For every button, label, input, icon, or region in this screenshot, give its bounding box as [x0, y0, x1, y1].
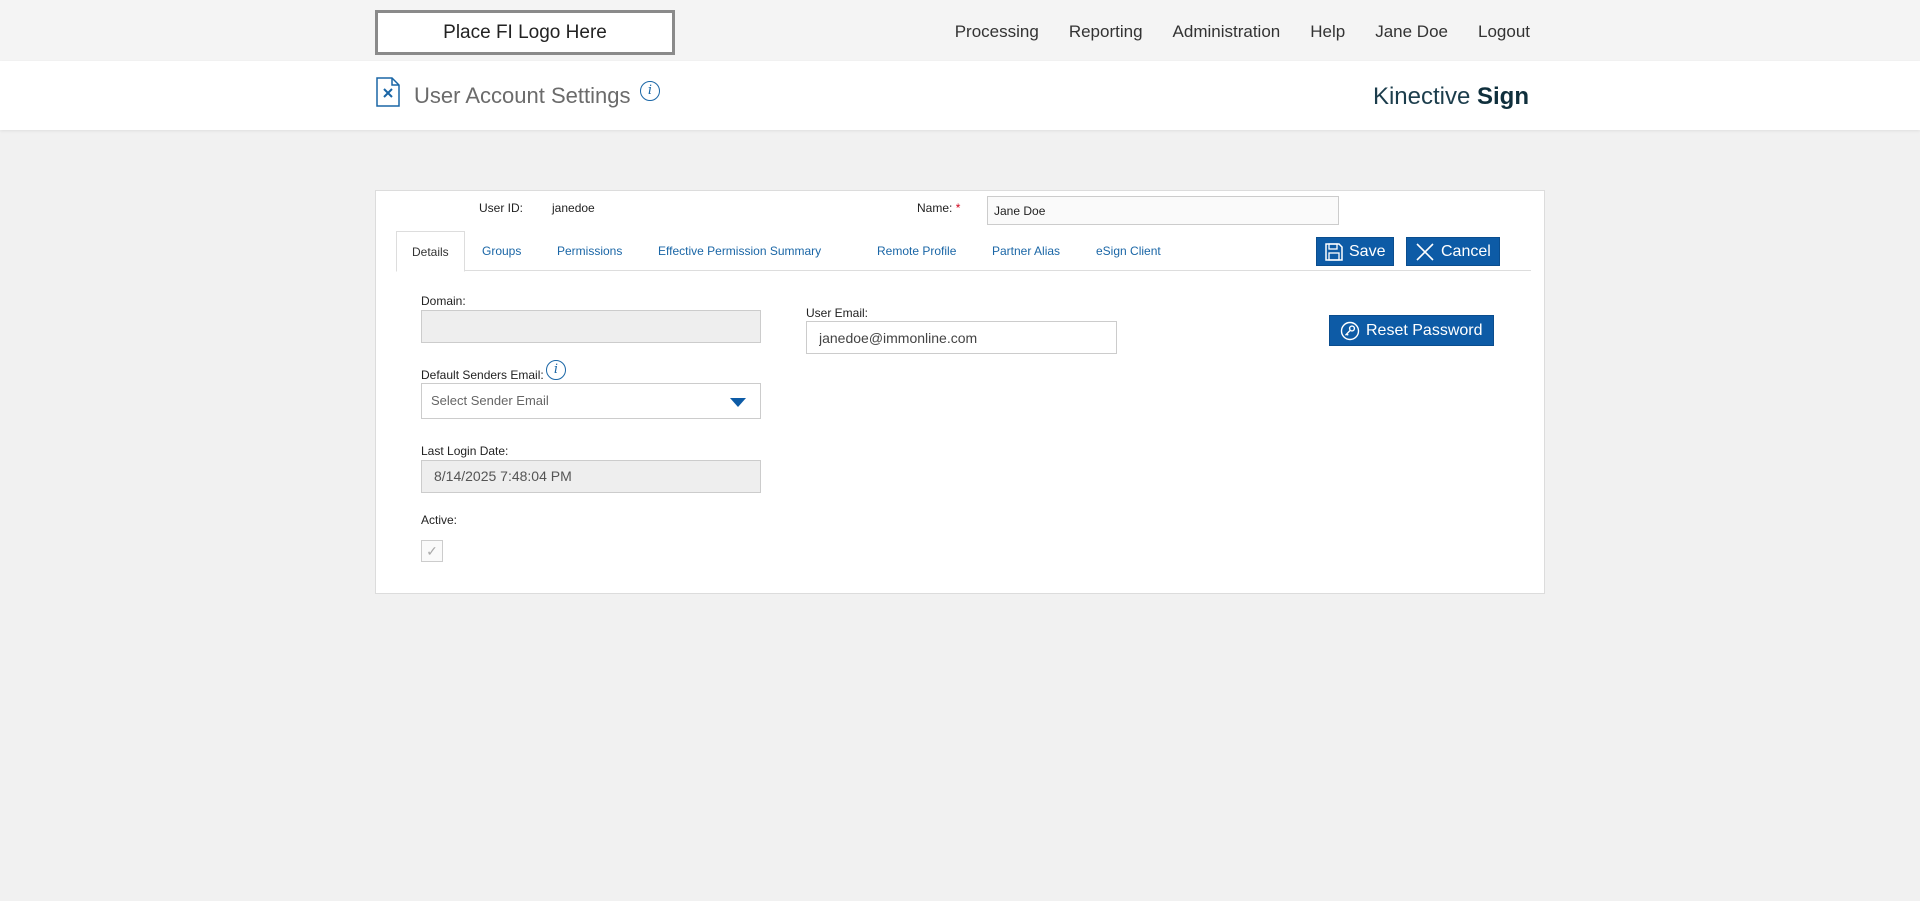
key-icon	[1340, 321, 1360, 340]
tab-remote-profile[interactable]: Remote Profile	[877, 231, 956, 271]
user-email-label: User Email:	[806, 306, 869, 320]
nav-reporting[interactable]: Reporting	[1069, 22, 1143, 42]
user-id-value: janedoe	[552, 201, 595, 215]
domain-label: Domain:	[421, 294, 466, 308]
page-header: User Account Settings i Kinective Sign	[0, 61, 1920, 130]
last-login-label: Last Login Date:	[421, 444, 509, 458]
save-button[interactable]: Save	[1316, 237, 1395, 266]
main-nav: Processing Reporting Administration Help…	[955, 22, 1530, 42]
user-email-input[interactable]	[806, 321, 1117, 354]
active-label: Active:	[421, 513, 458, 527]
name-label: Name: *	[917, 201, 961, 215]
brand-logo: Kinective Sign	[1372, 83, 1529, 110]
name-input[interactable]	[987, 196, 1339, 225]
required-marker: *	[955, 201, 961, 215]
domain-field	[421, 310, 761, 343]
reset-password-label: Reset Password	[1366, 321, 1483, 339]
default-senders-email-label: Default Senders Email:	[421, 368, 544, 382]
document-settings-icon	[376, 77, 400, 107]
tab-details[interactable]: Details	[396, 231, 465, 272]
sender-info-icon[interactable]: i	[546, 360, 566, 380]
active-checkbox[interactable]: ✓	[421, 540, 443, 562]
save-label: Save	[1349, 242, 1386, 260]
user-id-label: User ID:	[479, 201, 524, 215]
sender-placeholder: Select Sender Email	[431, 393, 549, 408]
tab-effective-permission-summary[interactable]: Effective Permission Summary	[658, 231, 821, 271]
tab-groups[interactable]: Groups	[482, 231, 521, 271]
cancel-label: Cancel	[1441, 242, 1491, 260]
page-title: User Account Settings	[414, 83, 631, 108]
reset-password-button[interactable]: Reset Password	[1329, 315, 1494, 346]
nav-processing[interactable]: Processing	[955, 22, 1039, 42]
close-icon	[1416, 242, 1434, 261]
default-sender-select[interactable]: Select Sender Email	[421, 383, 761, 419]
nav-help[interactable]: Help	[1310, 22, 1345, 42]
tab-permissions[interactable]: Permissions	[557, 231, 622, 271]
nav-administration[interactable]: Administration	[1173, 22, 1281, 42]
last-login-field: 8/14/2025 7:48:04 PM	[421, 460, 761, 493]
chevron-down-icon	[730, 398, 746, 407]
fi-logo-placeholder[interactable]: Place FI Logo Here	[375, 10, 675, 55]
cancel-button[interactable]: Cancel	[1406, 237, 1500, 266]
top-nav-bar: Place FI Logo Here Processing Reporting …	[0, 0, 1920, 61]
save-icon	[1325, 242, 1343, 261]
checkmark-icon: ✓	[426, 543, 438, 559]
user-settings-card: User ID: janedoe Name: * Details Groups …	[375, 190, 1545, 594]
nav-logout[interactable]: Logout	[1478, 22, 1530, 42]
nav-user-name[interactable]: Jane Doe	[1375, 22, 1448, 42]
tab-partner-alias[interactable]: Partner Alias	[992, 231, 1060, 271]
title-info-icon[interactable]: i	[640, 81, 660, 101]
tab-esign-client[interactable]: eSign Client	[1096, 231, 1161, 271]
